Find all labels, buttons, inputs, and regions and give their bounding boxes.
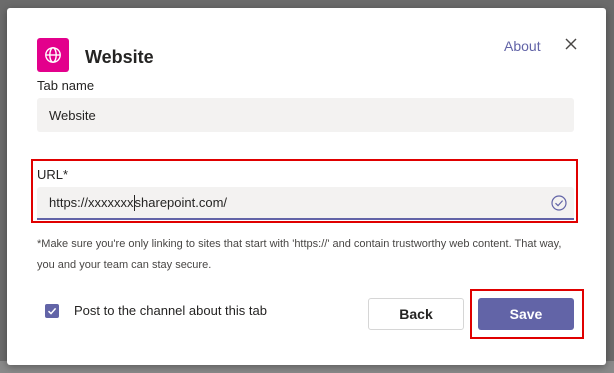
globe-icon [37, 38, 69, 72]
check-circle-icon [550, 194, 568, 212]
url-label: URL* [37, 167, 69, 182]
url-value-end: sharepoint.com/ [134, 195, 228, 210]
close-icon[interactable] [563, 36, 579, 52]
tab-name-label: Tab name [37, 78, 95, 93]
security-note: *Make sure you're only linking to sites … [37, 238, 562, 271]
url-field[interactable]: https://xxxxxxx sharepoint.com/ [37, 187, 574, 220]
dialog-title: Website [85, 47, 154, 67]
back-button[interactable]: Back [368, 298, 464, 330]
about-link[interactable]: About [504, 38, 541, 54]
tab-name-value: Website [49, 107, 96, 123]
post-to-channel-checkbox[interactable] [45, 304, 59, 318]
save-button[interactable]: Save [478, 298, 574, 330]
url-value-start: https://xxxxxxx [49, 195, 134, 210]
tab-name-field[interactable]: Website [37, 98, 574, 132]
post-to-channel-label[interactable]: Post to the channel about this tab [74, 303, 267, 318]
website-tab-dialog: Website About Tab name Website URL* http… [7, 8, 606, 365]
